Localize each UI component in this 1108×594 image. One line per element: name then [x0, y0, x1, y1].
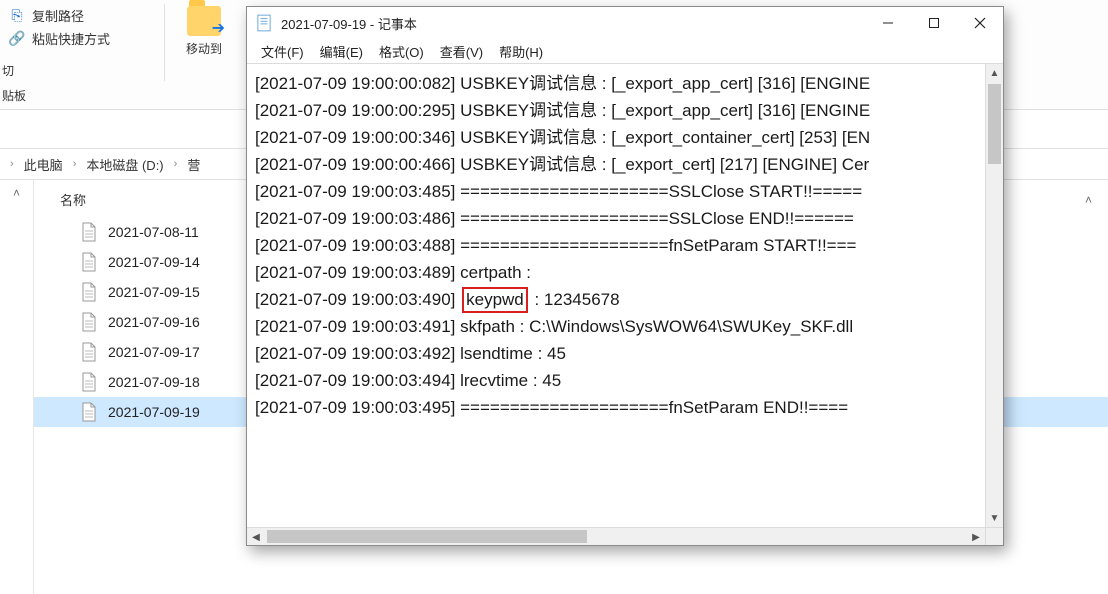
ribbon-separator — [164, 4, 165, 81]
log-line: [2021-07-09 19:00:03:486] ==============… — [255, 205, 977, 232]
document-icon — [80, 311, 98, 333]
scroll-up-button[interactable]: ▲ — [986, 64, 1003, 82]
log-line: [2021-07-09 19:00:03:492] lsendtime : 45 — [255, 340, 977, 367]
log-line: [2021-07-09 19:00:03:485] ==============… — [255, 178, 977, 205]
chevron-up-icon: ˄ — [1085, 193, 1092, 207]
file-name: 2021-07-09-19 — [108, 404, 200, 420]
document-icon — [80, 401, 98, 423]
log-line: [2021-07-09 19:00:00:466] USBKEY调试信息 : [… — [255, 151, 977, 178]
menu-file[interactable]: 文件(F) — [255, 40, 310, 63]
document-icon — [80, 281, 98, 303]
menu-format[interactable]: 格式(O) — [373, 40, 430, 63]
close-button[interactable] — [957, 7, 1003, 39]
document-icon — [80, 341, 98, 363]
file-name: 2021-07-09-18 — [108, 374, 200, 390]
move-to-label: 移动到 — [186, 42, 222, 56]
minimize-button[interactable] — [865, 7, 911, 39]
file-name: 2021-07-09-17 — [108, 344, 200, 360]
menu-help[interactable]: 帮助(H) — [493, 40, 549, 63]
tree-pane-edge: ˄ — [0, 180, 34, 594]
log-line-keypwd: [2021-07-09 19:00:03:490] keypwd : 12345… — [255, 286, 977, 313]
notepad-app-icon — [255, 14, 273, 32]
scrollbar-thumb-horizontal[interactable] — [267, 530, 587, 543]
breadcrumb-item-pc[interactable]: 此电脑 — [24, 155, 63, 174]
chevron-icon: ˄ — [13, 186, 20, 200]
file-name: 2021-07-09-14 — [108, 254, 200, 270]
paste-shortcut-icon: 🔗 — [8, 30, 26, 48]
cut-label-fragment: 切 — [0, 58, 30, 83]
document-icon — [80, 371, 98, 393]
document-icon — [80, 221, 98, 243]
folder-icon: ➔ — [187, 6, 221, 36]
chevron-right-icon: › — [73, 158, 77, 170]
log-line: [2021-07-09 19:00:00:346] USBKEY调试信息 : [… — [255, 124, 977, 151]
notepad-menubar[interactable]: 文件(F) 编辑(E) 格式(O) 查看(V) 帮助(H) — [247, 39, 1003, 63]
log-line: [2021-07-09 19:00:03:495] ==============… — [255, 394, 977, 421]
chevron-right-icon: › — [10, 158, 14, 170]
document-icon — [80, 251, 98, 273]
breadcrumb-item-drive[interactable]: 本地磁盘 (D:) — [86, 155, 163, 174]
menu-view[interactable]: 查看(V) — [434, 40, 489, 63]
file-name: 2021-07-09-15 — [108, 284, 200, 300]
keypwd-highlight: keypwd — [462, 287, 528, 313]
scrollbar-corner — [985, 527, 1003, 545]
log-line: [2021-07-09 19:00:03:491] skfpath : C:\W… — [255, 313, 977, 340]
scroll-left-button[interactable]: ◀ — [247, 528, 265, 545]
clipboard-label-fragment: 贴板 — [0, 83, 30, 108]
maximize-button[interactable] — [911, 7, 957, 39]
notepad-window[interactable]: 2021-07-09-19 - 记事本 文件(F) 编辑(E) 格式(O) 查看… — [246, 6, 1004, 546]
notepad-content-wrap: [2021-07-09 19:00:00:082] USBKEY调试信息 : [… — [247, 63, 1003, 545]
copy-path-icon: ⎘ — [8, 7, 26, 25]
log-line: [2021-07-09 19:00:03:494] lrecvtime : 45 — [255, 367, 977, 394]
menu-edit[interactable]: 编辑(E) — [314, 40, 369, 63]
log-line: [2021-07-09 19:00:00:295] USBKEY调试信息 : [… — [255, 97, 977, 124]
column-header-name[interactable]: 名称 — [60, 190, 86, 209]
scrollbar-thumb-vertical[interactable] — [988, 84, 1001, 164]
horizontal-scrollbar[interactable]: ◀ ▶ — [247, 527, 985, 545]
paste-shortcut-button[interactable]: 🔗 粘贴快捷方式 — [4, 27, 164, 50]
file-name: 2021-07-09-16 — [108, 314, 200, 330]
breadcrumb-item-folder[interactable]: 营 — [187, 155, 200, 174]
log-line: [2021-07-09 19:00:03:489] certpath : — [255, 259, 977, 286]
ribbon-left-edge-labels: 切 贴板 — [0, 58, 30, 108]
notepad-text-area[interactable]: [2021-07-09 19:00:00:082] USBKEY调试信息 : [… — [247, 64, 985, 527]
vertical-scrollbar[interactable]: ▲ ▼ — [985, 64, 1003, 527]
log-timestamp: [2021-07-09 19:00:03:490] — [255, 290, 460, 309]
file-name: 2021-07-08-11 — [108, 224, 199, 240]
window-controls — [865, 7, 1003, 39]
log-line: [2021-07-09 19:00:00:082] USBKEY调试信息 : [… — [255, 70, 977, 97]
log-value: : 12345678 — [530, 290, 620, 309]
copy-path-label: 复制路径 — [32, 6, 84, 25]
move-to-button[interactable]: ➔ 移动到 — [174, 6, 234, 57]
notepad-title: 2021-07-09-19 - 记事本 — [281, 14, 417, 33]
log-line: [2021-07-09 19:00:03:488] ==============… — [255, 232, 977, 259]
arrow-overlay-icon: ➔ — [212, 18, 225, 38]
chevron-right-icon: › — [174, 158, 178, 170]
scroll-right-button[interactable]: ▶ — [967, 528, 985, 545]
paste-shortcut-label: 粘贴快捷方式 — [32, 29, 110, 48]
notepad-titlebar[interactable]: 2021-07-09-19 - 记事本 — [247, 7, 1003, 39]
scroll-down-button[interactable]: ▼ — [986, 509, 1003, 527]
copy-path-button[interactable]: ⎘ 复制路径 — [4, 4, 164, 27]
